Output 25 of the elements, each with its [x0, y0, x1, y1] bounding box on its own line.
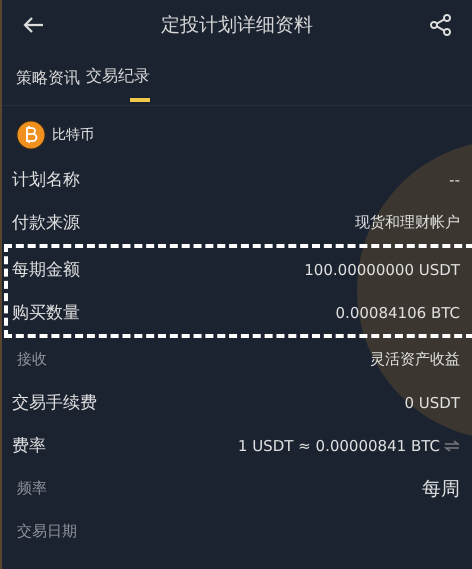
field-value: 0.00084106 BTC: [336, 304, 460, 322]
field-value: 1 USDT ≈ 0.00000841 BTC: [238, 436, 460, 454]
field-value: --: [449, 170, 460, 188]
field-label: 购买数量: [12, 302, 80, 324]
field-label: 每期金额: [12, 259, 80, 281]
field-value: 100.00000000 USDT: [304, 260, 460, 278]
share-icon[interactable]: [430, 14, 452, 36]
bitcoin-icon: [16, 120, 46, 150]
field-value: 灵活资产收益: [370, 350, 460, 369]
field-value: 0 USDT: [404, 394, 460, 412]
tab[interactable]: 交易纪录: [86, 64, 150, 106]
field-label: 付款来源: [12, 212, 80, 234]
field-label: 计划名称: [12, 169, 80, 191]
field-value: 现货和理财帐户: [355, 213, 460, 232]
field-label: 交易日期: [16, 522, 77, 541]
field-label: 费率: [12, 435, 46, 457]
field-label: 交易手续费: [12, 392, 97, 414]
coin-name: 比特币: [52, 126, 94, 144]
swap-icon[interactable]: [444, 440, 460, 452]
field-label: 接收: [16, 350, 47, 369]
field-value: 每周: [422, 476, 460, 502]
page-title: 定投计划详细资料: [161, 13, 313, 38]
field-label: 频率: [16, 479, 47, 498]
back-icon[interactable]: [22, 16, 44, 34]
tab[interactable]: 策略资讯: [16, 64, 80, 106]
